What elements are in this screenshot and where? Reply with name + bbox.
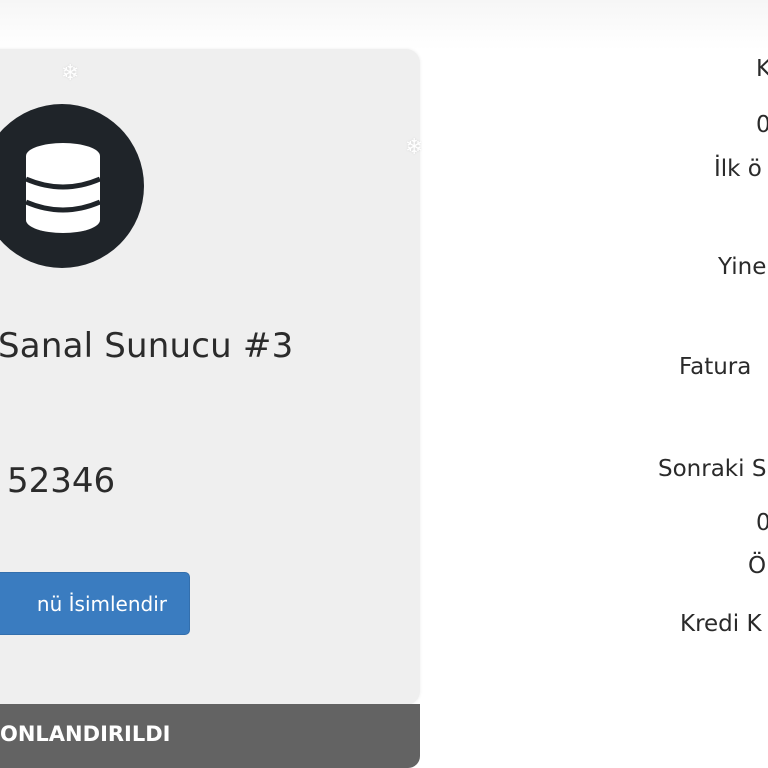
info-row: K: [756, 56, 768, 82]
info-row: Fatura: [679, 354, 752, 380]
status-label: ONLANDIRILDI: [0, 722, 171, 746]
snowflake-icon: ❄: [405, 135, 424, 160]
snowflake-icon: ❄: [61, 61, 80, 86]
info-row: Kredi K: [680, 611, 762, 637]
info-row: Ö: [748, 553, 767, 579]
database-icon: [0, 104, 144, 268]
info-row: 0: [756, 112, 768, 138]
top-background: [0, 0, 768, 50]
info-row: İlk ö: [714, 156, 762, 182]
info-row: Yine: [718, 254, 767, 280]
rename-button[interactable]: nü İsimlendir: [0, 572, 190, 635]
info-row: 0: [756, 510, 768, 536]
product-title: Sanal Sunucu #3: [0, 326, 294, 366]
product-id-value: 52346: [7, 461, 116, 501]
info-row: Sonraki S: [658, 456, 767, 482]
